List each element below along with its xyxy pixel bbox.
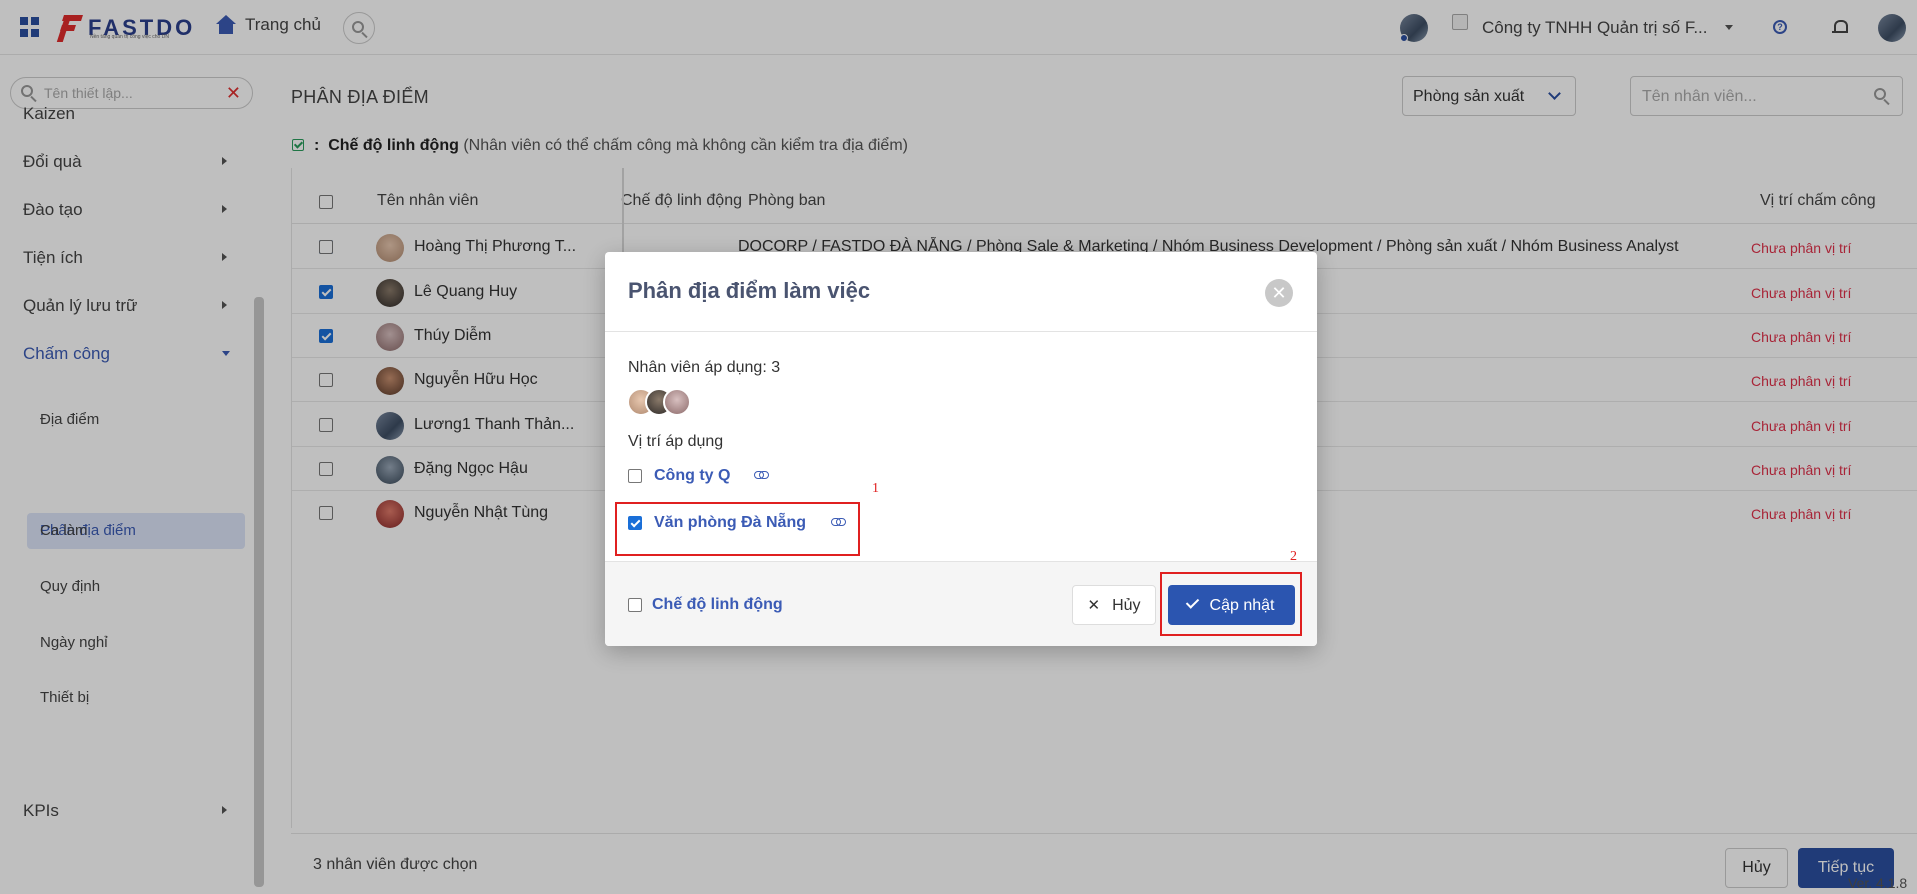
modal-cancel-button[interactable]: ✕ Hủy bbox=[1072, 585, 1156, 625]
modal-title: Phân địa điểm làm việc bbox=[628, 278, 871, 303]
close-icon: ✕ bbox=[1087, 596, 1101, 614]
annotation-box-2 bbox=[1160, 572, 1302, 636]
annotation-marker-2: 2 bbox=[1290, 549, 1297, 564]
cancel-label: Hủy bbox=[1112, 596, 1141, 614]
location-name[interactable]: Công ty Q bbox=[654, 467, 730, 485]
applied-employee-avatars bbox=[627, 388, 707, 418]
applied-employee-count: Nhân viên áp dụng: 3 bbox=[628, 359, 781, 376]
location-section-label: Vị trí áp dụng bbox=[628, 433, 724, 450]
link-icon[interactable] bbox=[754, 471, 769, 479]
avatar bbox=[663, 388, 691, 416]
location-option-cong-ty-q[interactable]: Công ty Q bbox=[628, 466, 788, 488]
annotation-marker-1: 1 bbox=[872, 481, 879, 496]
location-checkbox[interactable] bbox=[628, 469, 642, 483]
flex-mode-label[interactable]: Chế độ linh động bbox=[652, 596, 783, 614]
modal-header: Phân địa điểm làm việc ✕ bbox=[605, 252, 1317, 332]
flex-mode-checkbox[interactable] bbox=[628, 598, 642, 612]
close-icon[interactable]: ✕ bbox=[1265, 279, 1293, 307]
annotation-box-1 bbox=[615, 502, 860, 556]
